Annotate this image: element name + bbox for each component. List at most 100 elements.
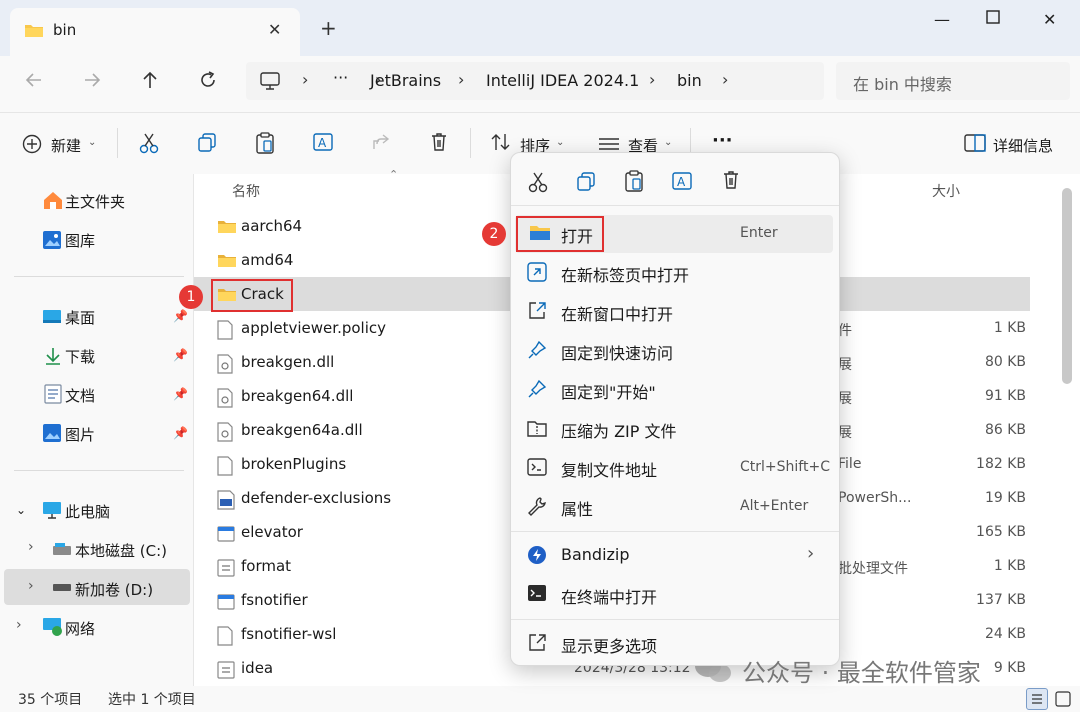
pin-start-icon (527, 379, 547, 399)
close-window-button[interactable]: ✕ (1043, 10, 1056, 29)
minimize-button[interactable]: — (934, 10, 950, 29)
file-size: 19 KB (984, 490, 1026, 506)
sidebar-item-desktop[interactable]: 桌面 (65, 307, 95, 328)
desktop-icon (42, 308, 62, 326)
sidebar-item-documents[interactable]: 文档 (65, 385, 95, 406)
chevron-down-icon[interactable]: ⌄ (16, 503, 26, 517)
menu-item-pin-quick-access[interactable]: 固定到快速访问 (511, 332, 839, 370)
new-button[interactable]: 新建 (51, 135, 81, 156)
ctx-delete-icon[interactable] (721, 170, 741, 190)
sidebar-item-downloads[interactable]: 下载 (65, 346, 95, 367)
sidebar-item-this-pc[interactable]: 此电脑 (65, 501, 110, 522)
toolbar-divider (117, 128, 118, 158)
bat-icon (217, 558, 235, 578)
column-header-size[interactable]: 大小 (932, 181, 960, 201)
menu-item-bandizip[interactable]: Bandizip › (511, 537, 839, 575)
new-window-icon (527, 301, 547, 321)
ctx-cut-icon[interactable] (528, 171, 548, 193)
share-icon[interactable] (371, 132, 391, 152)
close-tab-icon[interactable]: ✕ (268, 20, 281, 39)
copy-icon[interactable] (197, 132, 217, 152)
details-view-toggle[interactable] (1026, 688, 1048, 710)
paste-icon[interactable] (255, 132, 275, 154)
pin-icon[interactable]: 📌 (173, 309, 188, 323)
file-name: breakgen.dll (241, 353, 335, 371)
search-input[interactable]: 在 bin 中搜索 (836, 62, 1070, 100)
menu-label-open-terminal: 在终端中打开 (561, 588, 658, 607)
file-name: fsnotifier (241, 591, 308, 609)
file-type: 件 (838, 323, 852, 339)
sidebar-item-drive-c[interactable]: 本地磁盘 (C:) (75, 540, 167, 561)
new-icon[interactable] (22, 134, 42, 154)
more-options-button[interactable]: ··· (712, 130, 733, 151)
breadcrumb-ellipsis[interactable]: ··· (333, 68, 348, 87)
sidebar-item-home[interactable]: 主文件夹 (65, 191, 125, 212)
tiles-view-toggle[interactable] (1053, 689, 1073, 709)
highlight-crack (211, 279, 293, 312)
pin-icon[interactable]: 📌 (173, 348, 188, 362)
chevron-down-icon: ⌄ (556, 137, 565, 148)
sidebar-item-drive-d[interactable]: 新加卷 (D:) (75, 579, 153, 600)
menu-item-properties[interactable]: 属性 Alt+Enter (511, 488, 839, 526)
sidebar-item-network[interactable]: 网络 (65, 618, 95, 639)
back-icon[interactable] (24, 70, 44, 90)
details-button[interactable]: 详细信息 (993, 135, 1053, 156)
scrollbar-thumb[interactable] (1062, 188, 1072, 384)
drive-icon (52, 543, 72, 557)
file-icon (217, 320, 233, 340)
chevron-right-icon: › (807, 543, 815, 564)
file-name: amd64 (241, 251, 294, 269)
refresh-icon[interactable] (198, 70, 218, 90)
maximize-button[interactable] (986, 10, 1000, 24)
gallery-icon (42, 230, 62, 250)
sidebar-divider (14, 470, 184, 471)
selected-count: 选中 1 个项目 (108, 692, 196, 708)
file-name: idea (241, 659, 274, 677)
ctx-rename-icon[interactable]: A (672, 171, 694, 191)
breadcrumb-bin[interactable]: bin (677, 71, 702, 90)
menu-divider (511, 619, 839, 620)
chevron-right-icon: › (649, 70, 656, 89)
script-icon (217, 490, 235, 510)
delete-icon[interactable] (429, 132, 449, 152)
chevron-right-icon[interactable]: › (28, 578, 34, 594)
menu-item-open-terminal[interactable]: 在终端中打开 (511, 576, 839, 614)
highlight-open (516, 216, 604, 252)
breadcrumb-jetbrains[interactable]: JetBrains (370, 71, 441, 90)
dll-icon (217, 354, 233, 374)
menu-item-open-new-tab[interactable]: 在新标签页中打开 (511, 254, 839, 292)
documents-icon (44, 384, 62, 404)
sort-icon[interactable] (490, 132, 512, 152)
file-size: 91 KB (984, 388, 1026, 404)
sidebar-item-gallery[interactable]: 图库 (65, 230, 95, 251)
details-pane-icon[interactable] (964, 134, 986, 152)
sidebar-item-pictures[interactable]: 图片 (65, 424, 95, 445)
chevron-right-icon[interactable]: › (16, 617, 22, 633)
tab-bin[interactable]: bin ✕ (10, 8, 300, 56)
home-icon (42, 190, 64, 210)
svg-text:A: A (677, 175, 686, 189)
pictures-icon (42, 423, 62, 443)
dll-icon (217, 422, 233, 442)
ctx-copy-icon[interactable] (576, 171, 596, 191)
cut-icon[interactable] (139, 132, 159, 154)
ctx-paste-icon[interactable] (624, 170, 644, 192)
new-tab-button[interactable]: + (320, 16, 337, 40)
rename-icon[interactable]: A (313, 132, 335, 152)
menu-item-compress-zip[interactable]: 压缩为 ZIP 文件 (511, 410, 839, 448)
menu-item-pin-start[interactable]: 固定到"开始" (511, 371, 839, 409)
pin-icon[interactable]: 📌 (173, 426, 188, 440)
column-header-name[interactable]: 名称 (232, 181, 260, 201)
menu-item-copy-path[interactable]: 复制文件地址 Ctrl+Shift+C (511, 449, 839, 487)
file-size: 80 KB (984, 354, 1026, 370)
copy-path-icon (527, 457, 547, 477)
chevron-right-icon: › (302, 70, 309, 89)
forward-icon[interactable] (82, 70, 102, 90)
chevron-right-icon[interactable]: › (28, 539, 34, 555)
view-icon[interactable] (598, 137, 620, 151)
menu-item-open-new-window[interactable]: 在新窗口中打开 (511, 293, 839, 331)
sidebar-divider (14, 276, 184, 277)
up-icon[interactable] (140, 70, 160, 90)
breadcrumb-intellij[interactable]: IntelliJ IDEA 2024.1 (486, 71, 639, 90)
pin-icon[interactable]: 📌 (173, 387, 188, 401)
